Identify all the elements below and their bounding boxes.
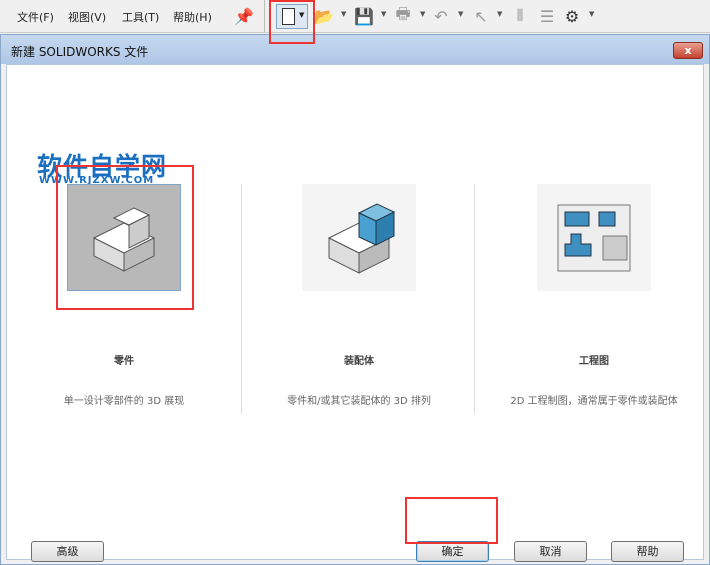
dialog-title: 新建 SOLIDWORKS 文件 (11, 45, 149, 59)
assembly-template-tile[interactable] (302, 184, 416, 291)
ok-button[interactable]: 确定 (416, 541, 489, 562)
menu-help[interactable]: 帮助(H) (173, 9, 212, 25)
file-properties-icon[interactable]: ☰ (536, 5, 558, 27)
save-icon[interactable]: 💾 (353, 5, 375, 27)
assembly-icon (327, 202, 396, 274)
toolbar: 文件(F) 视图(V) 工具(T) 帮助(H) 📌 ▼ 📂 ▼ 💾 ▼ 🖶 ▼ ↶ ▼ … (0, 0, 710, 33)
open-icon[interactable]: 📂 (313, 5, 335, 27)
dialog-body: 软件自学网 WWW.RJZXW.COM 零件 装配体 工程图 单一设计零部件的 … (6, 64, 704, 562)
highlight-new-button (269, 0, 315, 44)
part-description: 单一设计零部件的 3D 展现 (63, 396, 185, 407)
advanced-button[interactable]: 高级 (31, 541, 104, 562)
menu-view[interactable]: 视图(V) (68, 9, 106, 25)
chevron-down-icon[interactable]: ▼ (381, 10, 386, 18)
separator (264, 0, 265, 32)
dialog-titlebar: 新建 SOLIDWORKS 文件 x (1, 35, 709, 64)
help-button[interactable]: 帮助 (611, 541, 684, 562)
drawing-label: 工程图 (579, 356, 609, 367)
chevron-down-icon[interactable]: ▼ (420, 10, 425, 18)
assembly-label: 装配体 (344, 356, 374, 367)
close-button[interactable]: x (673, 42, 703, 59)
options-gear-icon[interactable]: ⚙ (561, 5, 583, 27)
divider (474, 184, 475, 414)
pin-icon[interactable]: 📌 (233, 5, 255, 27)
select-icon[interactable]: ↖ (470, 5, 492, 27)
menu-file[interactable]: 文件(F) (17, 9, 54, 25)
highlight-ok-button (405, 497, 498, 544)
drawing-template-tile[interactable] (537, 184, 651, 291)
menu-tools[interactable]: 工具(T) (122, 9, 159, 25)
highlight-part-tile (56, 165, 194, 310)
traffic-light-icon[interactable]: ⦀ (509, 5, 531, 27)
chevron-down-icon[interactable]: ▼ (589, 10, 594, 18)
drawing-icon (557, 204, 631, 271)
divider (241, 184, 242, 414)
chevron-down-icon[interactable]: ▼ (341, 10, 346, 18)
drawing-description: 2D 工程制图，通常属于零件或装配体 (510, 396, 678, 407)
chevron-down-icon[interactable]: ▼ (458, 10, 463, 18)
undo-icon[interactable]: ↶ (430, 5, 452, 27)
part-label: 零件 (114, 356, 134, 367)
chevron-down-icon[interactable]: ▼ (497, 10, 502, 18)
print-icon[interactable]: 🖶 (392, 4, 414, 27)
cancel-button[interactable]: 取消 (514, 541, 587, 562)
assembly-description: 零件和/或其它装配体的 3D 排列 (287, 396, 431, 407)
